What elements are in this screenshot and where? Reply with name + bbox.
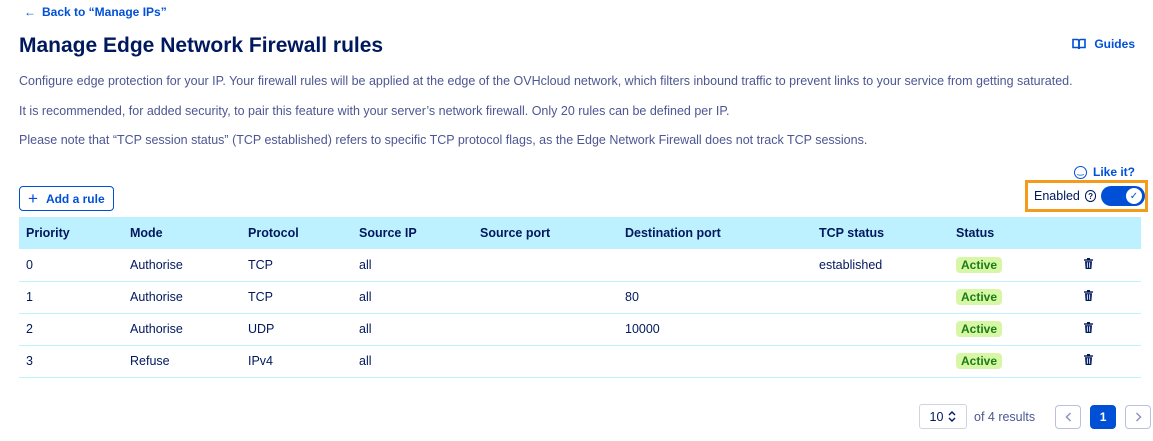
trash-icon[interactable] [1084,257,1093,272]
table-header-row: Priority Mode Protocol Source IP Source … [19,217,1141,249]
table-row: 1 Authorise TCP all 80 Active [19,281,1141,314]
cell-source-port [473,249,618,282]
cell-tcp-status [812,345,949,378]
page-title: Manage Edge Network Firewall rules [19,34,384,57]
cell-priority: 3 [19,345,123,378]
cell-priority: 2 [19,313,123,346]
column-header-destination-port: Destination port [618,217,812,249]
cell-mode: Refuse [123,345,241,378]
cell-tcp-status: established [812,249,949,282]
page-size-value: 10 [929,409,944,424]
cell-protocol: IPv4 [241,345,352,378]
trash-icon[interactable] [1084,290,1093,304]
description-tcp-note: Please note that “TCP session status” (T… [19,133,868,147]
cell-source-port [473,345,618,378]
arrow-left-icon: ← [24,5,36,19]
status-badge: Active [956,289,1003,305]
cell-status: Active [949,313,1077,346]
status-badge: Active [956,353,1003,369]
column-header-source-port: Source port [473,217,618,249]
cell-mode: Authorise [123,249,241,282]
cell-status: Active [949,281,1077,314]
cell-source-port [473,313,618,346]
table-row: 2 Authorise UDP all 10000 Active [19,313,1141,346]
column-header-status: Status [949,217,1077,249]
pagination: 10 of 4 results 1 [919,404,1152,429]
add-rule-button[interactable]: + Add a rule [19,186,114,211]
trash-icon[interactable] [1084,322,1093,336]
column-header-source-ip: Source IP [352,217,473,249]
cell-protocol: UDP [241,313,352,346]
cell-tcp-status [812,313,949,346]
cell-status: Active [949,345,1077,378]
cell-destination-port [618,345,812,378]
firewall-enabled-control: Enabled ? ✓ [1025,180,1148,212]
page-size-select[interactable]: 10 [919,404,967,429]
cell-source-ip: all [352,249,473,282]
add-rule-label: Add a rule [45,191,105,206]
cell-mode: Authorise [123,313,241,346]
table-row: 0 Authorise TCP all established Active [19,249,1141,282]
next-page-button[interactable] [1125,404,1152,429]
cell-priority: 1 [19,281,123,314]
description-edge-protection: Configure edge protection for your IP. Y… [19,74,1073,88]
cell-destination-port: 80 [618,281,812,314]
column-header-protocol: Protocol [241,217,352,249]
enabled-label: Enabled [1034,189,1080,203]
cell-mode: Authorise [123,281,241,314]
previous-page-button[interactable] [1055,404,1082,429]
results-count: of 4 results [974,409,1036,424]
smile-icon: ‿ [1073,165,1087,179]
cell-destination-port: 10000 [618,313,812,346]
cell-protocol: TCP [241,281,352,314]
column-header-tcp-status: TCP status [812,217,949,249]
guides-label: Guides [1094,37,1135,51]
back-link-label: Back to “Manage IPs” [42,5,167,19]
cell-priority: 0 [19,249,123,282]
guides-button[interactable]: Guides [1072,37,1135,51]
cell-actions [1077,313,1141,346]
help-icon[interactable]: ? [1084,190,1097,202]
cell-actions [1077,345,1141,378]
table-row: 3 Refuse IPv4 all Active [19,345,1141,378]
check-icon: ✓ [1126,188,1142,204]
cell-status: Active [949,249,1077,282]
description-recommendation: It is recommended, for added security, t… [19,104,730,118]
chevron-left-icon [1065,411,1071,422]
cell-source-ip: all [352,345,473,378]
cell-tcp-status [812,281,949,314]
back-to-manage-ips-link[interactable]: ← Back to “Manage IPs” [24,5,167,19]
status-badge: Active [956,321,1003,337]
plus-icon: + [28,189,38,208]
cell-actions [1077,249,1141,282]
like-it-feedback-link[interactable]: ‿ Like it? [1073,165,1135,179]
cell-source-ip: all [352,281,473,314]
chevron-right-icon [1135,411,1142,422]
firewall-enabled-toggle[interactable]: ✓ [1101,186,1145,206]
book-icon [1072,38,1087,50]
cell-source-port [473,281,618,314]
page-button-current[interactable]: 1 [1090,404,1117,429]
column-header-mode: Mode [123,217,241,249]
column-header-actions [1077,217,1141,249]
cell-source-ip: all [352,313,473,346]
cell-actions [1077,281,1141,314]
status-badge: Active [956,256,1003,273]
firewall-rules-table: Priority Mode Protocol Source IP Source … [19,217,1141,378]
cell-protocol: TCP [241,249,352,282]
chevron-updown-icon [948,411,956,422]
column-header-priority: Priority [19,217,123,249]
cell-destination-port [618,249,812,282]
like-it-label: Like it? [1092,165,1135,179]
trash-icon[interactable] [1084,354,1093,368]
